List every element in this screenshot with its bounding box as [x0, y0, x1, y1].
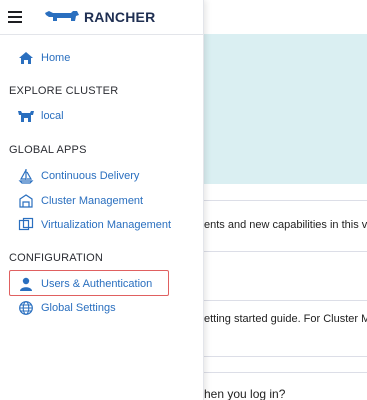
- divider: [204, 356, 367, 357]
- menu-item-label: Cluster Management: [41, 195, 144, 207]
- getting-started-text: etting started guide. For Cluster Ma: [204, 313, 367, 325]
- sailboat-icon: [16, 166, 36, 186]
- menu-item-label: Continuous Delivery: [41, 170, 140, 182]
- section-title-explore-cluster: EXPLORE CLUSTER: [9, 85, 119, 97]
- highlight-box: [9, 270, 169, 296]
- logo-text: RANCHER: [84, 9, 156, 25]
- virtualization-icon: [16, 215, 36, 235]
- menu-item-local[interactable]: local: [10, 104, 194, 128]
- divider: [204, 372, 367, 373]
- menu-item-label: Home: [41, 52, 71, 64]
- menu-item-label: Virtualization Management: [41, 219, 172, 231]
- menu-item-virtualization-management[interactable]: Virtualization Management: [10, 213, 194, 237]
- home-icon: [16, 48, 36, 68]
- welcome-banner: [204, 34, 367, 184]
- menu-item-label: local: [41, 110, 64, 122]
- whats-new-text: ents and new capabilities in this vers: [204, 219, 367, 231]
- menu-header: RANCHER: [0, 0, 204, 34]
- hamburger-menu-icon[interactable]: [8, 11, 22, 23]
- section-title-configuration: CONFIGURATION: [9, 252, 104, 264]
- section-title-global-apps: GLOBAL APPS: [9, 144, 87, 156]
- menu-item-home[interactable]: Home: [10, 46, 194, 70]
- side-menu: RANCHER Home EXPLORE CLUSTER local GLOBA…: [0, 0, 204, 400]
- login-question-text: hen you log in?: [204, 387, 286, 400]
- divider: [204, 251, 367, 252]
- menu-item-label: Global Settings: [41, 302, 116, 314]
- divider: [204, 200, 367, 201]
- header-divider: [0, 34, 204, 35]
- menu-item-global-settings[interactable]: Global Settings: [10, 296, 194, 320]
- cluster-management-icon: [16, 191, 36, 211]
- rancher-cow-logo-icon: [45, 11, 79, 21]
- globe-icon: [16, 298, 36, 318]
- divider: [204, 300, 367, 301]
- menu-item-cluster-management[interactable]: Cluster Management: [10, 189, 194, 213]
- menu-item-continuous-delivery[interactable]: Continuous Delivery: [10, 164, 194, 188]
- cluster-cow-icon: [16, 106, 36, 126]
- rancher-logo[interactable]: RANCHER: [43, 8, 155, 26]
